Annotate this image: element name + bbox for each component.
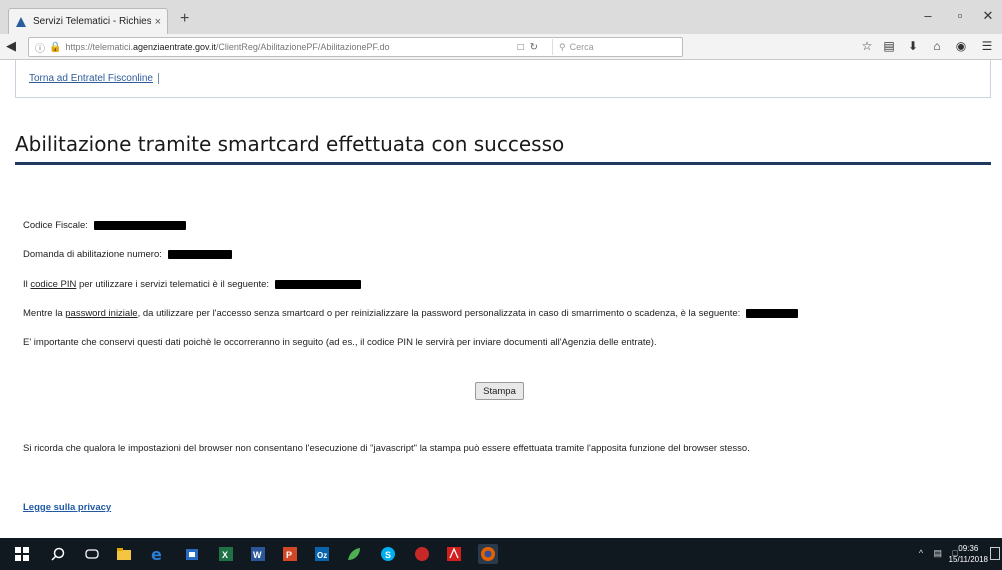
svg-text:e: e xyxy=(151,546,162,562)
redacted-password xyxy=(745,308,798,318)
password-text-before: Mentre la xyxy=(23,308,66,319)
pocket-icon[interactable]: ◉ xyxy=(952,39,970,53)
menu-icon[interactable]: ☰ xyxy=(978,39,996,53)
title-divider xyxy=(15,162,991,165)
maximize-button[interactable]: ▫ xyxy=(950,8,970,23)
back-arrow-icon[interactable]: ◀ xyxy=(6,38,16,54)
codice-fiscale-label: Codice Fiscale: xyxy=(23,220,88,231)
browser-javascript-note: Si ricorda che qualora le impostazioni d… xyxy=(23,443,750,454)
taskbar-clock[interactable]: 09:36 15/11/2018 xyxy=(949,543,988,565)
agenzia-favicon-icon xyxy=(16,16,26,27)
svg-text:Oz: Oz xyxy=(317,551,327,560)
library-icon[interactable]: ▤ xyxy=(880,39,898,53)
firefox-icon[interactable] xyxy=(478,544,498,564)
skype-icon[interactable]: S xyxy=(380,546,396,562)
clock-date: 15/11/2018 xyxy=(948,555,988,564)
clock-time: 09:36 xyxy=(958,544,979,553)
browser-tab-bar: Servizi Telematici - Richiesta × + – ▫ ✕ xyxy=(0,0,1002,34)
important-note: E' importante che conservi questi dati p… xyxy=(23,337,657,348)
password-text-after: , da utilizzare per l'accesso senza smar… xyxy=(137,308,741,319)
word-icon[interactable]: W xyxy=(250,546,266,562)
task-view-icon[interactable] xyxy=(84,546,100,562)
svg-text:S: S xyxy=(385,550,391,560)
bookmark-star-icon[interactable]: ☆ xyxy=(858,39,876,53)
privacy-link[interactable]: Legge sulla privacy xyxy=(23,502,111,513)
windows-taskbar: e X W P Oz S ^ ▤ □ 09:36 15/11/2018 xyxy=(0,538,1002,570)
red-app-icon[interactable] xyxy=(414,546,430,562)
search-input[interactable]: ⚲ Cerca xyxy=(552,39,682,55)
download-icon[interactable]: ⬇ xyxy=(904,39,922,53)
redacted-pin xyxy=(274,279,361,289)
svg-text:W: W xyxy=(253,550,262,560)
svg-text:X: X xyxy=(222,550,228,560)
notification-icon[interactable] xyxy=(990,547,1000,560)
top-link-box: Torna ad Entratel Fisconline xyxy=(15,60,991,98)
windows-start-icon[interactable] xyxy=(14,546,30,562)
tab-title: Servizi Telematici - Richiesta xyxy=(33,16,151,27)
acrobat-icon[interactable] xyxy=(446,546,462,562)
browser-tab[interactable]: Servizi Telematici - Richiesta × xyxy=(8,8,168,34)
pin-row: Il codice PIN per utilizzare i servizi t… xyxy=(23,279,361,290)
url-text: https://telematici.agenziaentrate.gov.it… xyxy=(65,42,390,52)
codice-fiscale-row: Codice Fiscale: xyxy=(23,220,186,231)
new-tab-button[interactable]: + xyxy=(180,10,189,28)
search-icon[interactable] xyxy=(50,546,66,562)
outlook-icon[interactable]: Oz xyxy=(314,546,330,562)
svg-text:P: P xyxy=(286,550,292,560)
reader-and-reload-icons[interactable]: □↻ xyxy=(518,42,544,53)
leaf-app-icon[interactable] xyxy=(346,546,362,562)
excel-icon[interactable]: X xyxy=(218,546,234,562)
page-title: Abilitazione tramite smartcard effettuat… xyxy=(15,132,565,156)
search-placeholder: Cerca xyxy=(569,42,594,52)
redacted-codice-fiscale xyxy=(93,220,186,230)
close-window-button[interactable]: ✕ xyxy=(978,8,998,24)
back-to-entratel-link[interactable]: Torna ad Entratel Fisconline xyxy=(29,73,159,84)
home-icon[interactable]: ⌂ xyxy=(928,39,946,53)
lock-icon: 🔒 xyxy=(49,41,62,53)
codice-pin-link[interactable]: codice PIN xyxy=(30,279,76,290)
tab-close-icon[interactable]: × xyxy=(155,16,161,28)
domanda-row: Domanda di abilitazione numero: xyxy=(23,249,232,260)
url-bar[interactable]: ⓘ 🔒 https://telematici.agenziaentrate.go… xyxy=(28,37,683,57)
file-explorer-icon[interactable] xyxy=(116,546,132,562)
search-icon: ⚲ xyxy=(559,41,566,52)
minimize-button[interactable]: – xyxy=(918,8,938,23)
powerpoint-icon[interactable]: P xyxy=(282,546,298,562)
info-icon[interactable]: ⓘ xyxy=(35,40,45,55)
print-button[interactable]: Stampa xyxy=(475,382,524,400)
pin-text-after: per utilizzare i servizi telematici è il… xyxy=(76,279,270,290)
edge-browser-icon[interactable]: e xyxy=(150,546,166,562)
password-row: Mentre la password iniziale, da utilizza… xyxy=(23,308,798,319)
redacted-domanda-number xyxy=(167,249,232,259)
password-iniziale-link[interactable]: password iniziale xyxy=(65,308,137,319)
domanda-label: Domanda di abilitazione numero: xyxy=(23,249,162,260)
store-icon[interactable] xyxy=(184,546,200,562)
browser-nav-bar: ◀ ⓘ 🔒 https://telematici.agenziaentrate.… xyxy=(0,34,1002,60)
